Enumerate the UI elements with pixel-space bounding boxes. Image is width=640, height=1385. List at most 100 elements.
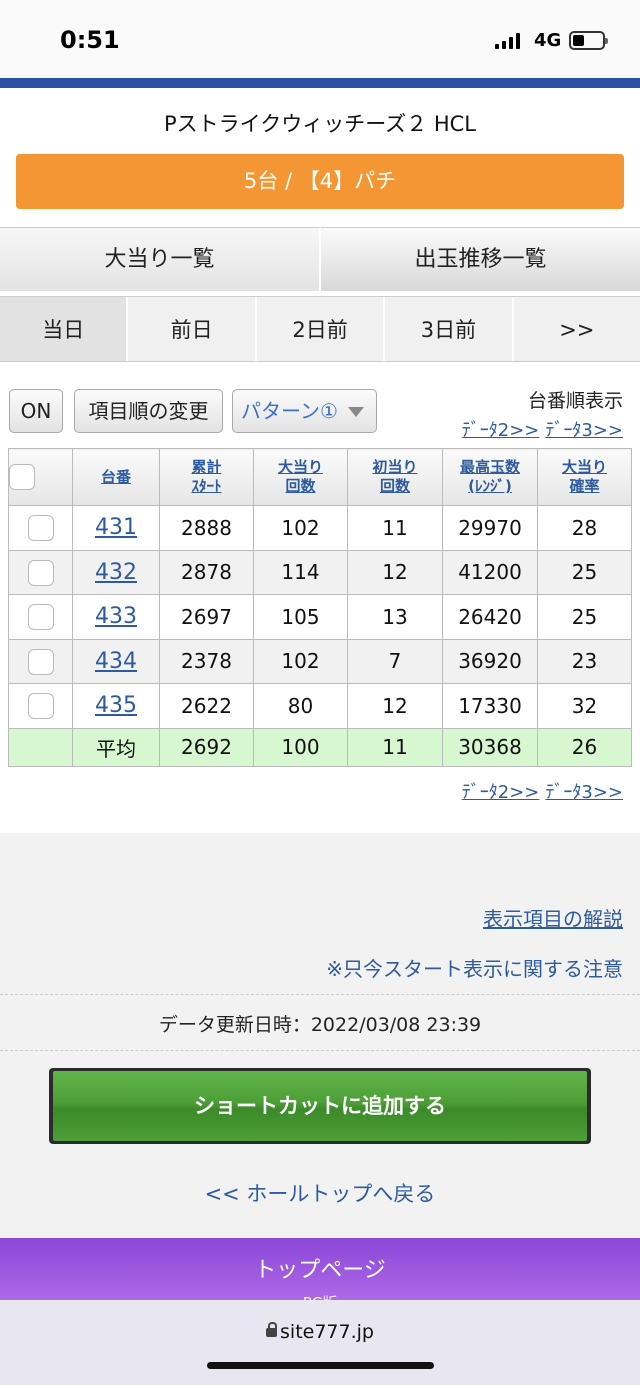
first-hits-cell: 12 [347,683,443,729]
table-header-row: 台番 累計 ｽﾀｰﾄ 大当り 回数 初当り 回数 最高玉数 (ﾚﾝｼﾞ) 大当り 確率 [8,448,632,506]
data2-link-bottom[interactable]: ﾃﾞｰﾀ2>> [462,782,540,803]
data-links-bottom: ﾃﾞｰﾀ2>> ﾃﾞｰﾀ3>> [456,778,623,804]
status-bar: 0:51 4G [0,0,640,78]
row-checkbox[interactable] [27,693,54,719]
home-indicator[interactable] [207,1362,434,1369]
select-all-checkbox[interactable] [9,464,35,490]
url-display: site777.jp [0,1321,640,1343]
table-controls: ON 項目順の変更 パターン① 台番順表示 ﾃﾞｰﾀ2>> ﾃﾞｰﾀ3>> [0,384,640,444]
first-hits-cell: 7 [347,638,443,684]
data3-link-bottom[interactable]: ﾃﾞｰﾀ3>> [545,782,623,803]
hit-probability-cell: 32 [537,683,632,729]
top-page-link[interactable]: トップページ [0,1252,640,1284]
back-to-hall-top-link[interactable]: << ホールトップへ戻る [0,1178,640,1208]
machine-data-table: 台番 累計 ｽﾀｰﾄ 大当り 回数 初当り 回数 最高玉数 (ﾚﾝｼﾞ) 大当り 確率 4… [8,448,632,767]
tab-payout-trend[interactable]: 出玉推移一覧 [321,227,640,291]
machine-number-link[interactable]: 432 [95,560,137,585]
pattern-select-value: パターン① [241,399,338,423]
table-row: 433 2697 105 13 26420 25 [8,594,632,640]
total-start-cell: 2878 [159,549,254,595]
bottom-menu: トップページ PC版 [0,1238,640,1312]
pattern-select[interactable]: パターン① [232,389,377,433]
add-shortcut-label: ショートカットに追加する [53,1071,587,1141]
signal-icon [495,32,520,49]
hit-probability-cell: 25 [537,594,632,640]
max-balls-cell: 26420 [442,594,538,640]
average-row: 平均 2692 100 11 30368 26 [8,727,632,767]
day-selector: 当日 前日 2日前 3日前 >> [0,296,640,362]
average-big-hits-cell: 100 [253,727,348,767]
hit-probability-cell: 23 [537,638,632,684]
max-balls-cell: 17330 [442,683,538,729]
big-hits-cell: 102 [253,638,348,684]
change-order-button[interactable]: 項目順の変更 [74,389,223,433]
network-type: 4G [534,30,562,51]
machine-number-link[interactable]: 431 [95,515,137,540]
header-hit-probability[interactable]: 大当り 確率 [537,448,632,506]
table-row: 431 2888 102 11 29970 28 [8,505,632,551]
day-yesterday[interactable]: 前日 [128,297,257,361]
data-updated-time: データ更新日時：2022/03/08 23:39 [158,1014,482,1036]
divider [0,1050,640,1051]
table-row: 432 2878 114 12 41200 25 [8,549,632,595]
big-hits-cell: 102 [253,505,348,551]
header-max-balls[interactable]: 最高玉数 (ﾚﾝｼﾞ) [442,448,538,506]
day-2-days-ago[interactable]: 2日前 [256,297,386,361]
on-button[interactable]: ON [9,389,63,433]
max-balls-cell: 36920 [442,638,538,684]
average-empty-cell [8,727,73,767]
total-start-cell: 2378 [159,638,254,684]
row-checkbox[interactable] [27,648,54,675]
first-hits-cell: 12 [347,549,443,595]
start-display-notice-link[interactable]: ※只今スタート表示に関する注意 [326,953,623,982]
average-start-cell: 2692 [159,727,254,767]
day-today[interactable]: 当日 [0,297,129,361]
main-content: Pストライクウィッチーズ２ HCL 5台 / 【4】パチ 大当り一覧 出玉推移一… [0,88,640,833]
first-hits-cell: 11 [347,505,443,551]
average-max-balls-cell: 30368 [442,727,538,767]
hit-probability-cell: 28 [537,505,632,551]
total-start-cell: 2697 [159,594,254,640]
browser-url-bar[interactable]: site777.jp [0,1300,640,1385]
machine-number-link[interactable]: 434 [95,649,137,674]
add-shortcut-button[interactable]: ショートカットに追加する [49,1068,591,1144]
average-probability-cell: 26 [537,727,632,767]
table-row: 434 2378 102 7 36920 23 [8,638,632,684]
header-machine-number[interactable]: 台番 [72,448,160,506]
lock-icon [266,1322,278,1337]
display-items-help-link[interactable]: 表示項目の解説 [483,903,623,932]
data-links-top: ﾃﾞｰﾀ2>> ﾃﾞｰﾀ3>> [456,416,623,442]
big-hits-cell: 114 [253,549,348,595]
average-label: 平均 [72,727,160,767]
table-row: 435 2622 80 12 17330 32 [8,683,632,729]
header-first-hits[interactable]: 初当り 回数 [347,448,443,506]
header-total-start[interactable]: 累計 ｽﾀｰﾄ [159,448,254,506]
hit-probability-cell: 25 [537,549,632,595]
machine-count-bar: 5台 / 【4】パチ [16,154,624,209]
sort-order-label: 台番順表示 [527,390,623,412]
select-all-cell [8,448,73,506]
clock: 0:51 [60,26,120,54]
url-text: site777.jp [280,1321,374,1343]
day-more-button[interactable]: >> [513,297,640,361]
row-checkbox[interactable] [27,604,54,630]
max-balls-cell: 29970 [442,505,538,551]
row-checkbox[interactable] [27,515,54,541]
tab-jackpot-list[interactable]: 大当り一覧 [0,227,321,291]
total-start-cell: 2622 [159,683,254,729]
battery-icon [569,31,608,50]
header-accent-line [0,78,640,88]
machine-number-link[interactable]: 433 [95,604,137,629]
big-hits-cell: 105 [253,594,348,640]
header-big-hits[interactable]: 大当り 回数 [253,448,348,506]
divider [0,994,640,995]
max-balls-cell: 41200 [442,549,538,595]
data2-link[interactable]: ﾃﾞｰﾀ2>> [462,420,540,441]
row-checkbox[interactable] [27,559,54,586]
day-3-days-ago[interactable]: 3日前 [385,297,514,361]
data3-link[interactable]: ﾃﾞｰﾀ3>> [545,420,623,441]
total-start-cell: 2888 [159,505,254,551]
machine-title: Pストライクウィッチーズ２ HCL [163,112,477,136]
average-first-hits-cell: 11 [347,727,443,767]
machine-number-link[interactable]: 435 [95,693,137,718]
